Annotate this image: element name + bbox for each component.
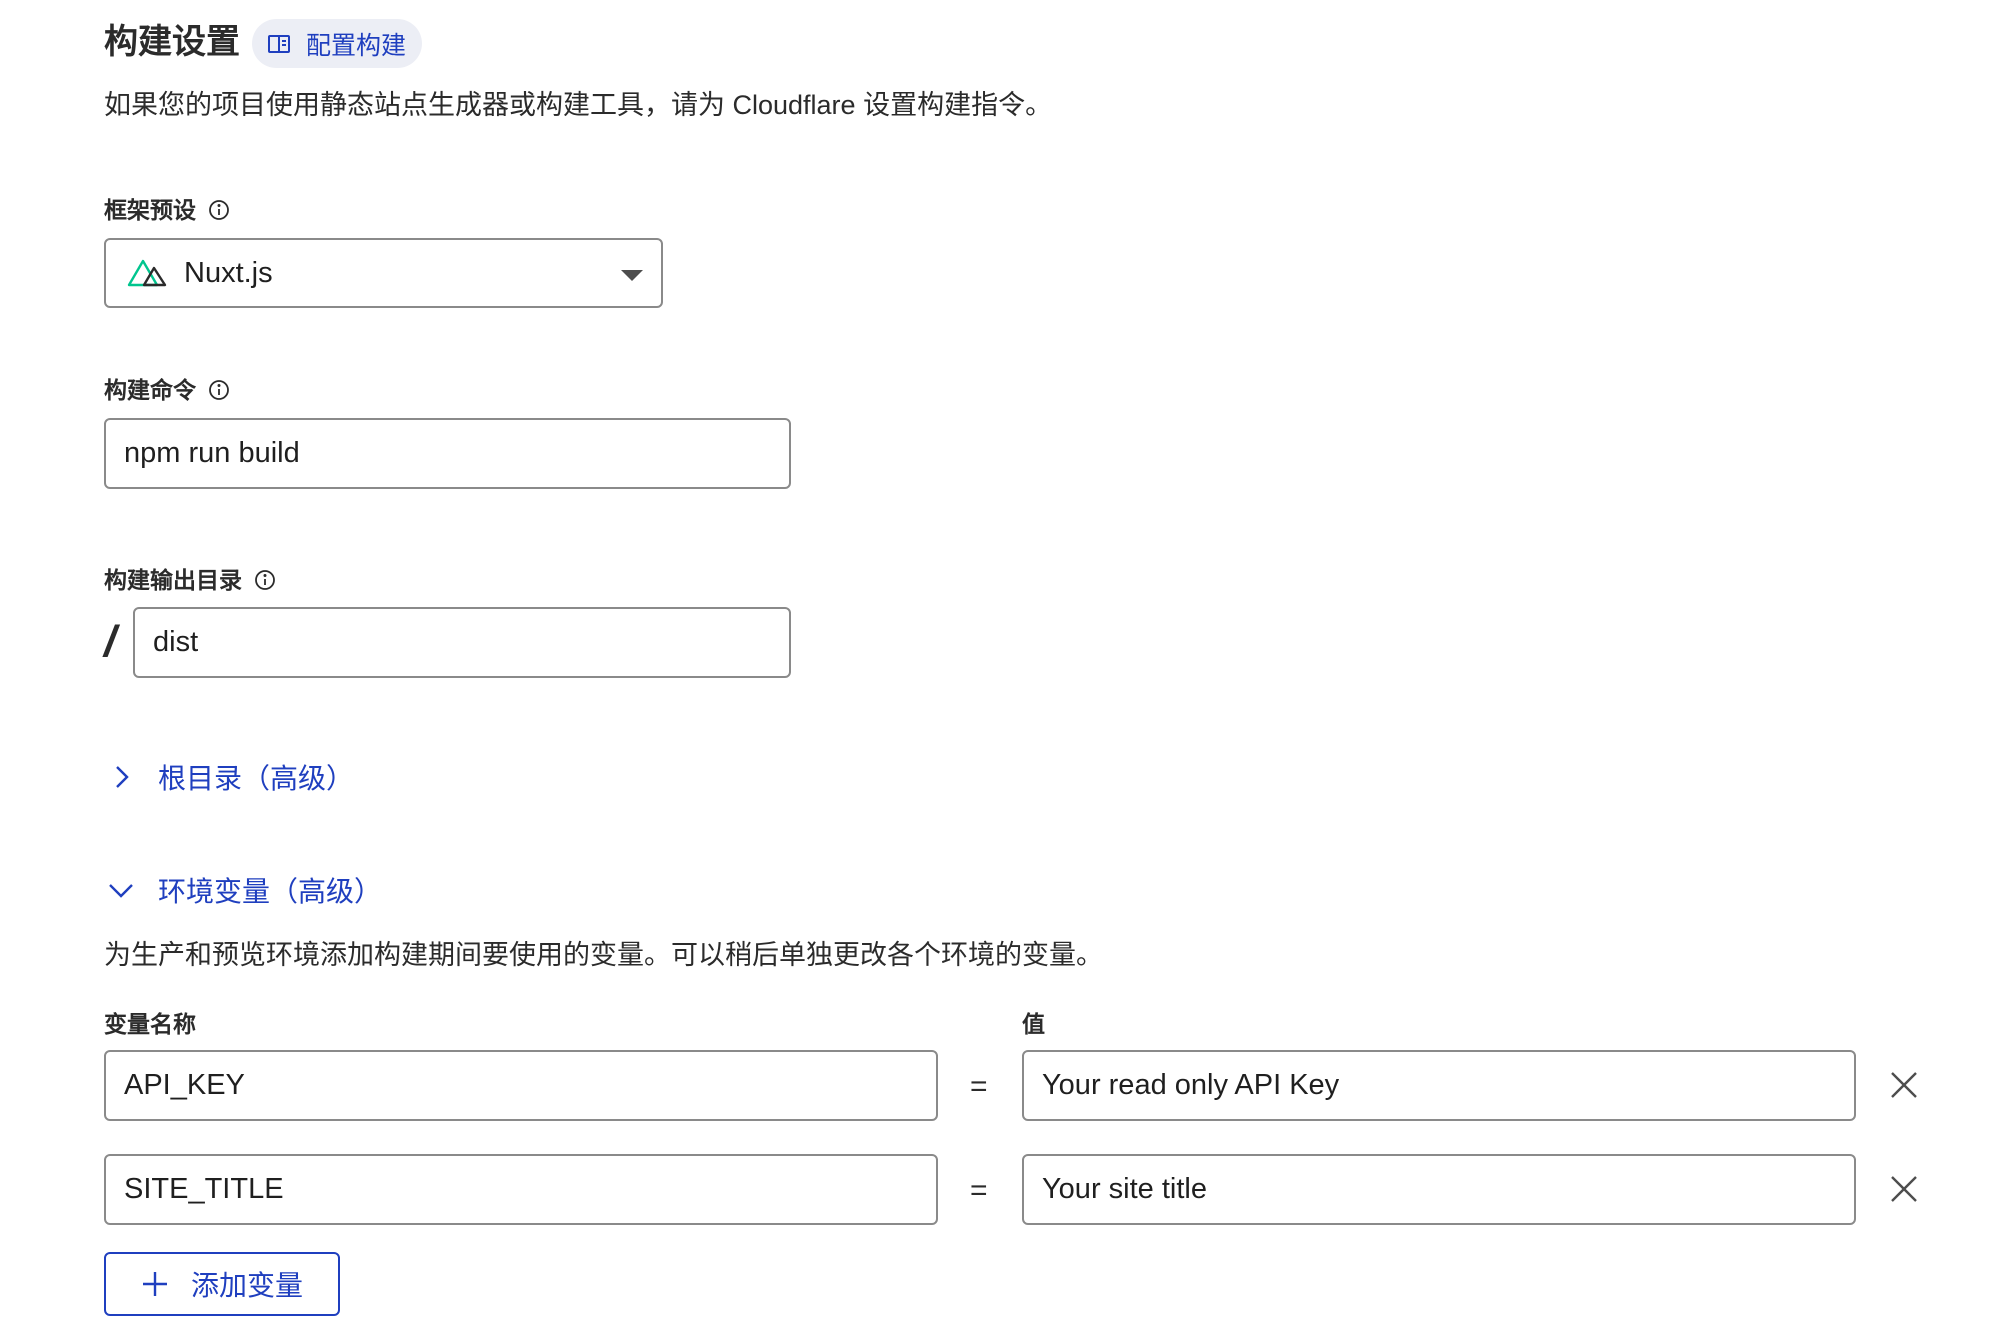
framework-preset-label-row: 框架预设 xyxy=(104,193,230,227)
build-command-label: 构建命令 xyxy=(104,377,196,403)
framework-preset-label: 框架预设 xyxy=(104,197,196,223)
close-icon xyxy=(1891,1072,1917,1098)
env-vars-description: 为生产和预览环境添加构建期间要使用的变量。可以稍后单独更改各个环境的变量。 xyxy=(104,940,1103,970)
framework-preset-select[interactable]: Nuxt.js xyxy=(104,238,663,308)
nuxt-logo-icon xyxy=(126,257,168,289)
remove-variable-button[interactable] xyxy=(1888,1069,1920,1101)
build-output-label-row: 构建输出目录 xyxy=(104,563,276,597)
env-vars-label: 环境变量（高级） xyxy=(158,876,383,907)
configure-build-docs-link[interactable]: 配置构建 xyxy=(252,19,422,68)
add-variable-label: 添加变量 xyxy=(190,1270,303,1301)
chevron-down-icon xyxy=(108,877,134,903)
build-command-value: npm run build xyxy=(124,437,300,469)
build-command-label-row: 构建命令 xyxy=(104,373,230,407)
remove-variable-button[interactable] xyxy=(1888,1173,1920,1205)
info-icon[interactable] xyxy=(254,569,276,591)
root-directory-label: 根目录（高级） xyxy=(158,763,355,794)
build-output-input[interactable]: dist xyxy=(133,607,791,678)
variable-value-value: Your read only API Key xyxy=(1042,1069,1340,1101)
equals-sign: = xyxy=(970,1174,988,1207)
variable-name-value: API_KEY xyxy=(124,1069,245,1101)
path-prefix: / xyxy=(104,617,117,666)
variable-value-value: Your site title xyxy=(1042,1173,1207,1205)
book-icon xyxy=(266,31,292,57)
variable-name-input[interactable]: SITE_TITLE xyxy=(104,1154,938,1225)
build-output-label: 构建输出目录 xyxy=(104,567,242,593)
variable-name-input[interactable]: API_KEY xyxy=(104,1050,938,1121)
plus-icon xyxy=(141,1270,169,1298)
build-output-value: dist xyxy=(153,626,199,658)
root-directory-toggle[interactable]: 根目录（高级） xyxy=(108,757,354,797)
framework-preset-value: Nuxt.js xyxy=(184,256,273,289)
build-command-input[interactable]: npm run build xyxy=(104,418,791,489)
info-icon[interactable] xyxy=(208,379,230,401)
variable-value-input[interactable]: Your read only API Key xyxy=(1022,1050,1856,1121)
variable-name-value: SITE_TITLE xyxy=(124,1173,284,1205)
section-description: 如果您的项目使用静态站点生成器或构建工具，请为 Cloudflare 设置构建指… xyxy=(104,90,1053,120)
env-vars-toggle[interactable]: 环境变量（高级） xyxy=(108,870,382,910)
chevron-right-icon xyxy=(108,764,134,790)
configure-build-label: 配置构建 xyxy=(306,31,407,60)
dropdown-caret-icon xyxy=(621,270,643,281)
equals-sign: = xyxy=(970,1070,988,1103)
variable-value-header: 值 xyxy=(1022,1011,1045,1037)
info-icon[interactable] xyxy=(208,199,230,221)
variable-name-header: 变量名称 xyxy=(104,1011,196,1037)
variable-value-input[interactable]: Your site title xyxy=(1022,1154,1856,1225)
close-icon xyxy=(1891,1176,1917,1202)
section-title: 构建设置 xyxy=(104,23,240,61)
add-variable-button[interactable]: 添加变量 xyxy=(104,1252,340,1316)
